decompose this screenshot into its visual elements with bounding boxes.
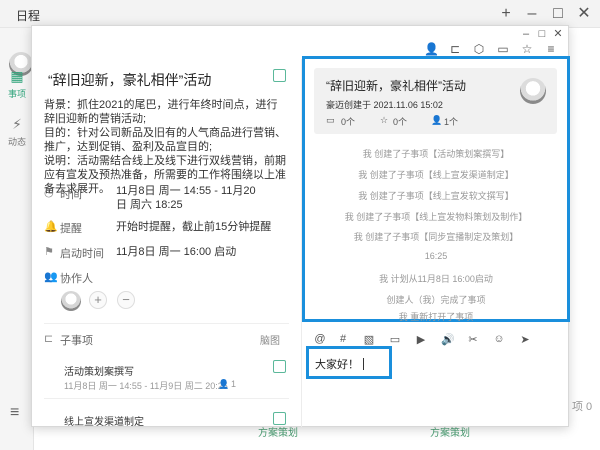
remove-collaborator-button[interactable]: − — [117, 291, 135, 309]
collaborator-row: 👥 协作人 — [44, 270, 93, 285]
people-icon: 👥 — [44, 271, 58, 283]
app-sidebar: ▦ 事项 ⚡ 动态 ≡ — [0, 28, 34, 450]
audio-icon[interactable]: 🔊 — [441, 333, 455, 346]
nav-item-activity[interactable]: ⚡ 动态 — [0, 116, 34, 148]
subtask-title[interactable]: 线上宣发渠道制定 — [64, 413, 144, 428]
subtask-icon: ⊏ — [44, 333, 54, 345]
card-meta: 豪迈创建于 2021.11.06 15:02 — [326, 100, 443, 110]
reminder-row: 🔔 提醒 — [44, 220, 82, 235]
activity-item: 我 创建了子事项【线上宣发渠道制定】 — [358, 170, 514, 180]
start-time-label: 启动时间 — [60, 248, 104, 260]
folder-icon[interactable]: ▭ — [496, 42, 510, 56]
reminder-value[interactable]: 开始时提醒，截止前15分钟提醒 — [116, 220, 271, 234]
subtask-people-count: 1 — [231, 379, 237, 389]
subtask-checkbox[interactable] — [273, 412, 286, 425]
flag-icon: ⚑ — [44, 246, 54, 258]
start-time-value[interactable]: 11月8日 周一 16:00 启动 — [116, 245, 236, 259]
folder-icon: ▭ — [326, 115, 335, 125]
card-people-count: 1个 — [444, 117, 459, 127]
comment-draft: 大家好！ — [315, 359, 359, 371]
person-icon[interactable]: 👤 — [424, 42, 439, 56]
subtask-divider — [44, 398, 289, 399]
collaborator-label: 协作人 — [60, 273, 93, 285]
more-menu-icon[interactable]: ≡ — [544, 42, 558, 56]
nav-item-tasks[interactable]: ▦ 事项 — [0, 68, 34, 100]
reminder-label: 提醒 — [60, 223, 82, 235]
menu-icon[interactable]: ≡ — [10, 404, 19, 422]
comment-input-text: 大家好！ — [315, 356, 364, 372]
collaborator-avatar[interactable] — [61, 291, 81, 311]
subtask-header: ⊏ 子事项 — [44, 332, 93, 347]
mindmap-view-link[interactable]: 脑图 — [260, 332, 280, 347]
activity-icon: ⚡ — [12, 116, 22, 132]
maximize-icon[interactable]: □ — [548, 4, 568, 24]
folder-icon[interactable]: ▭ — [389, 333, 401, 346]
add-collaborator-button[interactable]: + — [89, 291, 107, 309]
card-title: “辞旧迎新，豪礼相伴”活动 — [326, 79, 466, 93]
video-icon[interactable]: ▶ — [415, 333, 427, 346]
description-purpose: 目的：针对公司新品及旧有的人气商品进行营销、推广，达到促销、盈利及品宣目的; — [44, 127, 286, 153]
person-icon: 👤 — [431, 115, 443, 125]
activity-timestamp: 16:25 — [424, 251, 448, 261]
subtask-meta: 11月8日 周一 14:55 - 11月9日 周二 20:25 — [64, 381, 228, 391]
subtask-title[interactable]: 活动策划案撰写 — [64, 363, 134, 378]
text-caret — [363, 358, 364, 370]
image-icon[interactable]: ▧ — [363, 333, 375, 346]
time-value[interactable]: 11月8日 周一 14:55 - 11月20日 周六 18:25 — [116, 184, 266, 212]
start-time-row: ⚑ 启动时间 — [44, 245, 104, 260]
activity-item: 我 创建了子事项【同步宣播制定及策划】 — [353, 232, 519, 242]
star-icon[interactable]: ☆ — [520, 42, 534, 56]
activity-item: 我 创建了子事项【线上宣发物料策划及制作】 — [344, 212, 528, 222]
emoji-icon[interactable]: ☺ — [493, 333, 505, 345]
card-avatar — [520, 78, 546, 104]
minimize-icon[interactable]: – — [522, 4, 542, 24]
bell-icon: 🔔 — [44, 221, 58, 233]
card-stars-count: 0个 — [393, 117, 408, 127]
mention-icon[interactable]: @ — [314, 333, 326, 345]
clock-icon: ◷ — [44, 187, 54, 199]
dialog-close-icon[interactable]: ✕ — [550, 27, 566, 41]
time-label: 时间 — [60, 189, 82, 201]
star-icon: ☆ — [380, 115, 389, 125]
description-background: 背景：抓住2021的尾巴，进行年终时间点，进行辞旧迎新的营销活动; — [44, 99, 278, 125]
close-icon[interactable]: ✕ — [574, 4, 594, 24]
nav-label-activity: 动态 — [7, 137, 26, 147]
comment-input[interactable]: 大家好！ — [306, 346, 392, 379]
calendar-icon: ▦ — [10, 68, 24, 84]
task-title[interactable]: “辞旧迎新，豪礼相伴”活动 — [48, 70, 211, 90]
task-detail-dialog: – □ ✕ 👤 ⊏ ⬡ ▭ ☆ ≡ “辞旧迎新，豪礼相伴”活动 背景：抓住202… — [31, 25, 570, 428]
box-icon[interactable]: ⬡ — [472, 42, 486, 56]
app-titlebar: 日程 + – □ ✕ — [0, 0, 600, 28]
activity-item: 创建人（我）完成了事项 — [386, 295, 486, 305]
tag-icon[interactable]: ⊏ — [448, 42, 462, 56]
subtask-label: 子事项 — [60, 335, 93, 347]
send-icon[interactable]: ➤ — [519, 333, 531, 346]
activity-item: 我 计划从11月8日 16:00启动 — [379, 274, 493, 284]
section-divider — [44, 323, 289, 324]
screenshot-icon[interactable]: ✂ — [467, 333, 479, 346]
app-title: 日程 — [16, 9, 41, 23]
card-folders-count: 0个 — [341, 117, 356, 127]
activity-item: 我 重新打开了事项 — [398, 312, 474, 322]
hashtag-icon[interactable]: # — [337, 333, 349, 345]
subtask-checkbox[interactable] — [273, 360, 286, 373]
task-summary-card-content: “辞旧迎新，豪礼相伴”活动 豪迈创建于 2021.11.06 15:02 ▭ 0… — [314, 68, 557, 134]
task-complete-checkbox[interactable] — [273, 69, 286, 82]
add-icon[interactable]: + — [496, 4, 516, 24]
dialog-minimize-icon[interactable]: – — [518, 27, 534, 41]
nav-label-tasks: 事项 — [7, 89, 26, 99]
activity-item: 我 创建了子事项【线上宣发软文撰写】 — [358, 191, 514, 201]
task-description[interactable]: 背景：抓住2021的尾巴，进行年终时间点，进行辞旧迎新的营销活动; 目的：针对公… — [44, 98, 288, 196]
background-count-text: 项 0 — [572, 401, 593, 413]
activity-item: 我 创建了子事项【活动策划案撰写】 — [362, 149, 510, 159]
subtask-people-icon: 👤 — [218, 379, 230, 389]
time-row: ◷ 时间 — [44, 186, 82, 201]
dialog-maximize-icon[interactable]: □ — [534, 27, 550, 41]
